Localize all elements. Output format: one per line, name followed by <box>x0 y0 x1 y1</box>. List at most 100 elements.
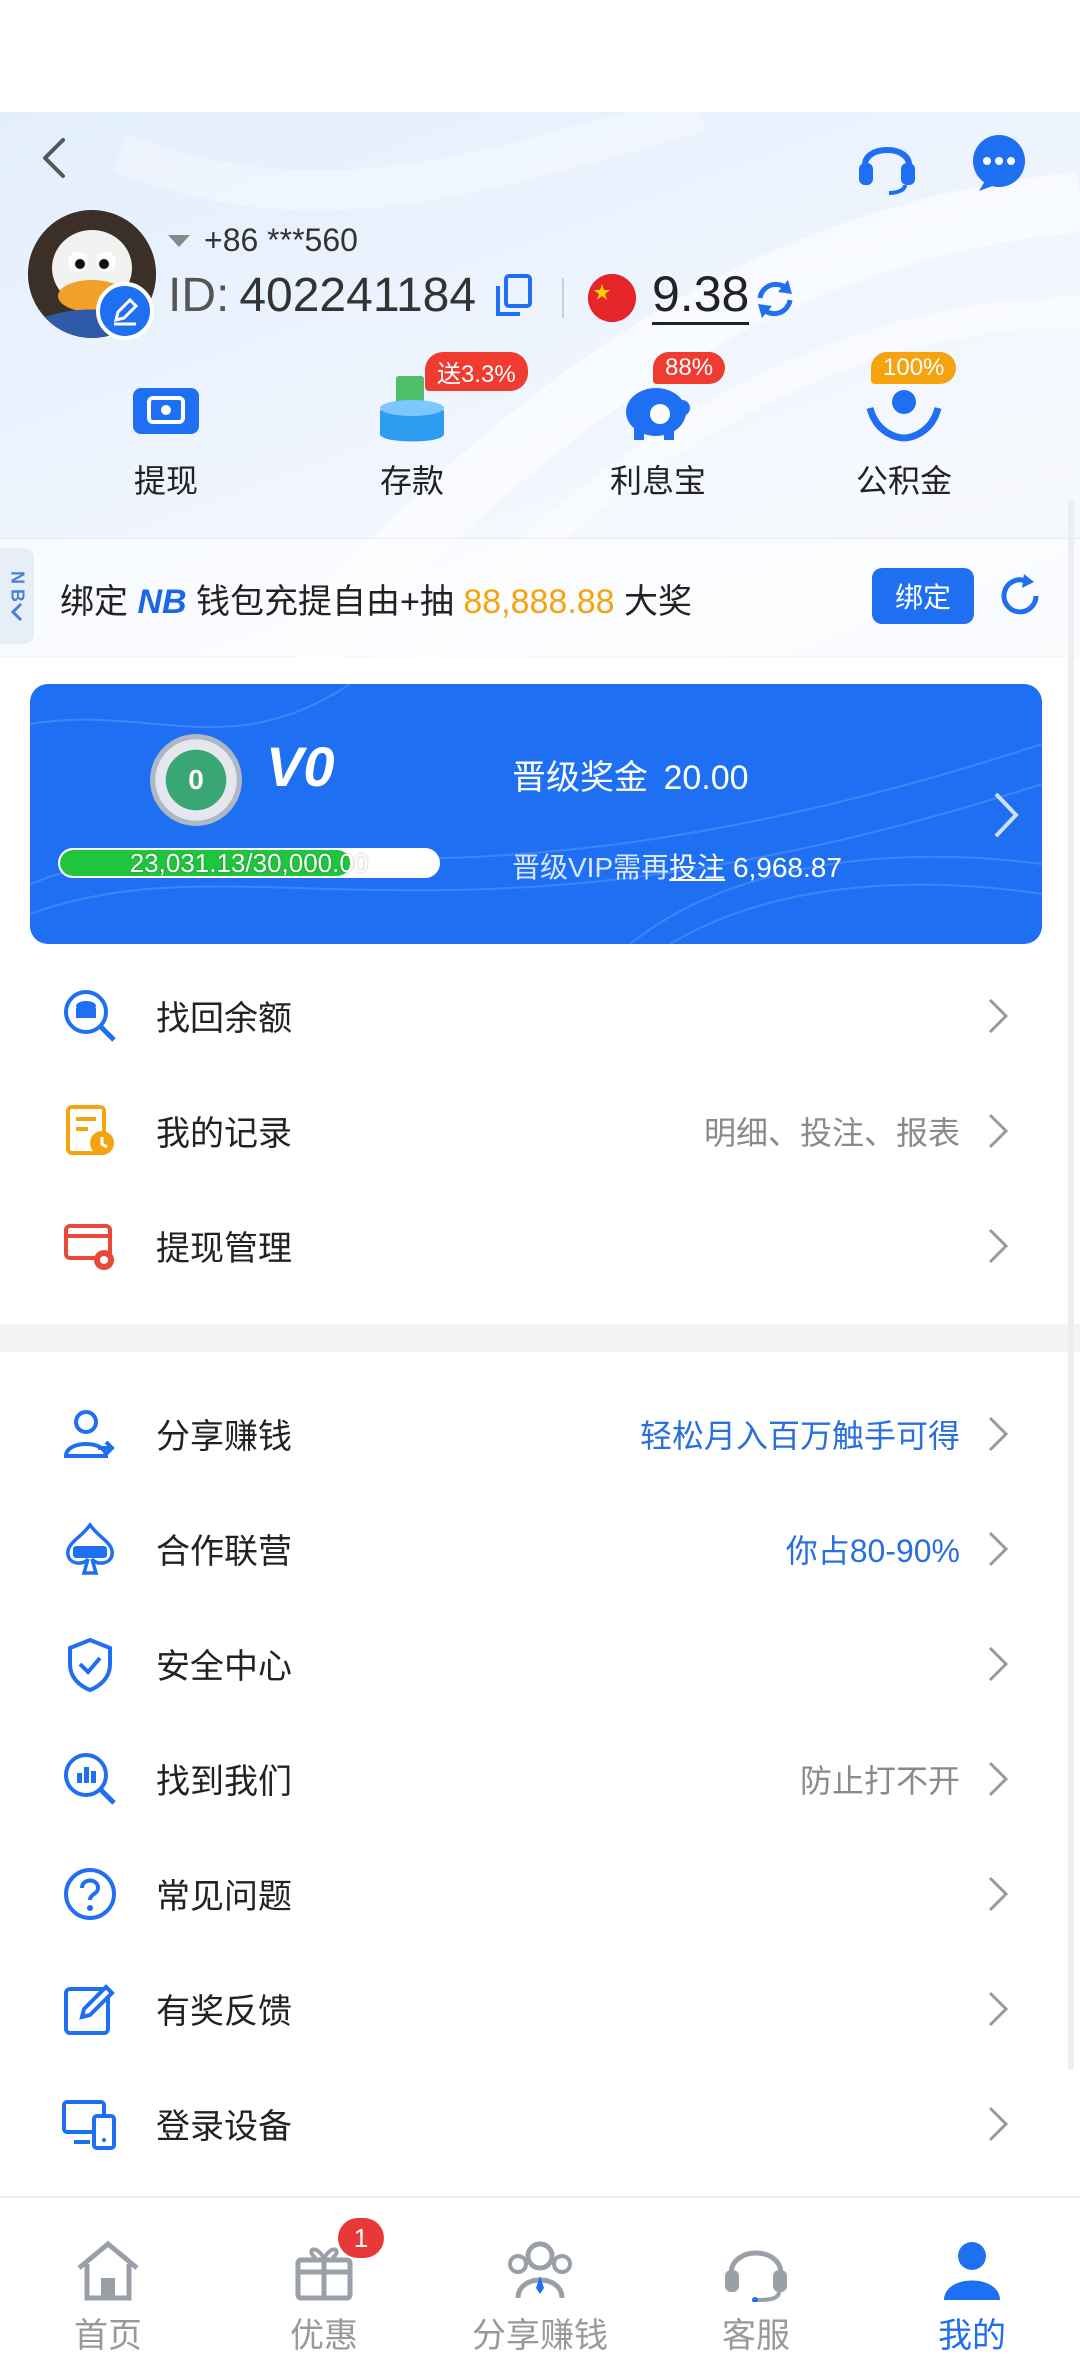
quick-interest[interactable]: 88% 利息宝 <box>558 352 758 510</box>
vip-bonus: 晋级奖金 20.00 <box>512 750 749 799</box>
side-tab-letters: N B <box>7 570 28 602</box>
profile-icon <box>932 2234 1012 2306</box>
bind-amount: 88,888.88 <box>463 583 615 621</box>
menu-item-my-records[interactable]: 我的记录 明细、投注、报表 <box>0 1073 1080 1188</box>
chevron-right-icon <box>988 1991 1009 2026</box>
quick-deposit[interactable]: 送3.3% 存款 <box>312 352 528 510</box>
menu-hint: 你占80-90% <box>785 1532 960 1569</box>
dropdown-triangle-icon <box>168 234 190 247</box>
quick-withdraw-label: 提现 <box>133 463 198 499</box>
deposit-badge: 送3.3% <box>425 352 528 391</box>
vip-need-value: 6,968.87 <box>732 852 842 883</box>
card-settings-icon <box>60 1216 120 1276</box>
menu-item-recover-balance[interactable]: 找回余额 <box>0 958 1080 1073</box>
tab-label: 客服 <box>722 2317 790 2355</box>
home-icon <box>68 2234 148 2306</box>
chevron-left-small-icon <box>10 602 23 621</box>
quick-interest-label: 利息宝 <box>609 463 706 499</box>
menu-item-feedback[interactable]: 有奖反馈 <box>0 1951 1080 2066</box>
section-divider <box>0 1324 1080 1352</box>
menu-hint: 明细、投注、报表 <box>703 1114 960 1151</box>
menu-label: 找回余额 <box>156 1000 292 1038</box>
vip-requirement: 晋级VIP需再投注 6,968.87 <box>512 846 842 886</box>
menu-label: 有奖反馈 <box>156 1993 292 2031</box>
record-document-icon <box>60 1101 120 1161</box>
chevron-right-icon <box>988 1113 1009 1148</box>
customer-service-button[interactable] <box>852 128 922 198</box>
shield-check-icon <box>60 1634 120 1694</box>
tab-home[interactable]: 首页 <box>8 2234 208 2357</box>
copy-icon[interactable] <box>494 273 533 318</box>
provident-badge: 100% <box>871 352 957 384</box>
vip-need-prefix: 晋级VIP需再 <box>512 852 670 883</box>
refresh-balance-icon[interactable] <box>752 276 798 322</box>
tab-label: 优惠 <box>290 2317 358 2355</box>
side-tab[interactable]: N B <box>0 548 34 644</box>
balance-amount[interactable]: 9.38 <box>652 266 750 325</box>
menu-item-share-earn[interactable]: 分享赚钱 轻松月入百万触手可得 <box>0 1376 1080 1491</box>
chevron-right-icon <box>988 2106 1009 2141</box>
tab-profile[interactable]: 我的 <box>872 2234 1072 2357</box>
back-button[interactable] <box>24 128 84 188</box>
menu-item-security[interactable]: 安全中心 <box>0 1606 1080 1721</box>
vip-progress-bar: 23,031.13/30,000.00 <box>58 848 440 878</box>
tab-label: 我的 <box>938 2317 1006 2355</box>
quick-provident[interactable]: 100% 公积金 <box>804 352 1004 510</box>
club-spade-icon <box>60 1519 120 1579</box>
menu-label: 常见问题 <box>156 1878 292 1916</box>
menu-label: 安全中心 <box>156 1648 292 1686</box>
vip-medal-number: 0 <box>188 764 204 795</box>
chevron-right-icon <box>988 1416 1009 1451</box>
bind-middle: 钱包充提自由+抽 <box>196 583 454 621</box>
edit-avatar-button[interactable] <box>96 282 154 340</box>
quick-withdraw[interactable]: 提现 <box>66 370 266 510</box>
piggy-bank-icon: 88% <box>613 352 726 450</box>
search-chart-icon <box>60 1749 120 1809</box>
chevron-right-icon <box>988 1228 1009 1263</box>
bind-button[interactable]: 绑定 <box>872 568 974 624</box>
headset-icon <box>716 2234 796 2306</box>
id-value: 402241184 <box>239 269 477 322</box>
bind-suffix: 大奖 <box>624 583 693 621</box>
menu-group-services: 分享赚钱 轻松月入百万触手可得 合作联营 你占80-90% 安全中心 找到我们 … <box>0 1376 1080 2181</box>
menu-item-withdraw-manage[interactable]: 提现管理 <box>0 1188 1080 1303</box>
bet-link[interactable]: 投注 <box>669 852 725 883</box>
menu-label: 分享赚钱 <box>156 1418 292 1456</box>
menu-hint: 防止打不开 <box>799 1762 960 1799</box>
vip-bonus-label: 晋级奖金 <box>512 759 648 797</box>
menu-item-faq[interactable]: 常见问题 <box>0 1836 1080 1951</box>
chevron-right-icon <box>988 998 1009 1033</box>
menu-item-login-devices[interactable]: 登录设备 <box>0 2066 1080 2181</box>
bind-promo-text: 绑定 NB 钱包充提自由+抽 88,888.88 大奖 <box>60 574 692 623</box>
id-label: ID: <box>168 269 230 322</box>
menu-item-partnership[interactable]: 合作联营 你占80-90% <box>0 1491 1080 1606</box>
vip-level: V0 <box>266 735 335 798</box>
phone-number[interactable]: +86 ***560 <box>168 222 358 259</box>
tab-label: 首页 <box>74 2317 142 2355</box>
tab-share-earn[interactable]: 分享赚钱 <box>440 2234 640 2357</box>
withdraw-card-icon <box>121 370 211 450</box>
tab-customer-service[interactable]: 客服 <box>656 2234 856 2357</box>
menu-item-find-us[interactable]: 找到我们 防止打不开 <box>0 1721 1080 1836</box>
user-id: ID: 402241184 <box>168 268 533 323</box>
menu-label: 我的记录 <box>156 1115 292 1153</box>
vip-progress-text: 23,031.13/30,000.00 <box>129 848 369 878</box>
chat-bubble-icon <box>973 135 1025 191</box>
chevron-left-icon <box>43 138 65 178</box>
menu-label: 登录设备 <box>156 2108 292 2146</box>
tab-promotions[interactable]: 1 优惠 <box>224 2218 424 2357</box>
menu-label: 合作联营 <box>156 1533 292 1571</box>
refresh-icon[interactable] <box>996 572 1044 620</box>
bottom-tab-bar: 首页 1 优惠 分享赚钱 客服 我的 <box>0 2196 1080 2376</box>
chevron-right-icon <box>994 792 1019 838</box>
question-icon <box>60 1864 120 1924</box>
vip-card[interactable]: 0 V0 23,031.13/30,000.00 晋级奖金 20.00 晋级VI… <box>30 684 1042 944</box>
messages-button[interactable] <box>964 128 1034 198</box>
interest-badge: 88% <box>653 352 726 384</box>
scrollbar-track[interactable] <box>1068 500 1074 2070</box>
vip-bonus-value: 20.00 <box>663 759 749 797</box>
headset-icon <box>859 147 915 195</box>
hands-coin-icon: 100% <box>859 352 957 450</box>
wallet-icon: 送3.3% <box>367 352 528 450</box>
bind-prefix: 绑定 <box>60 583 128 621</box>
